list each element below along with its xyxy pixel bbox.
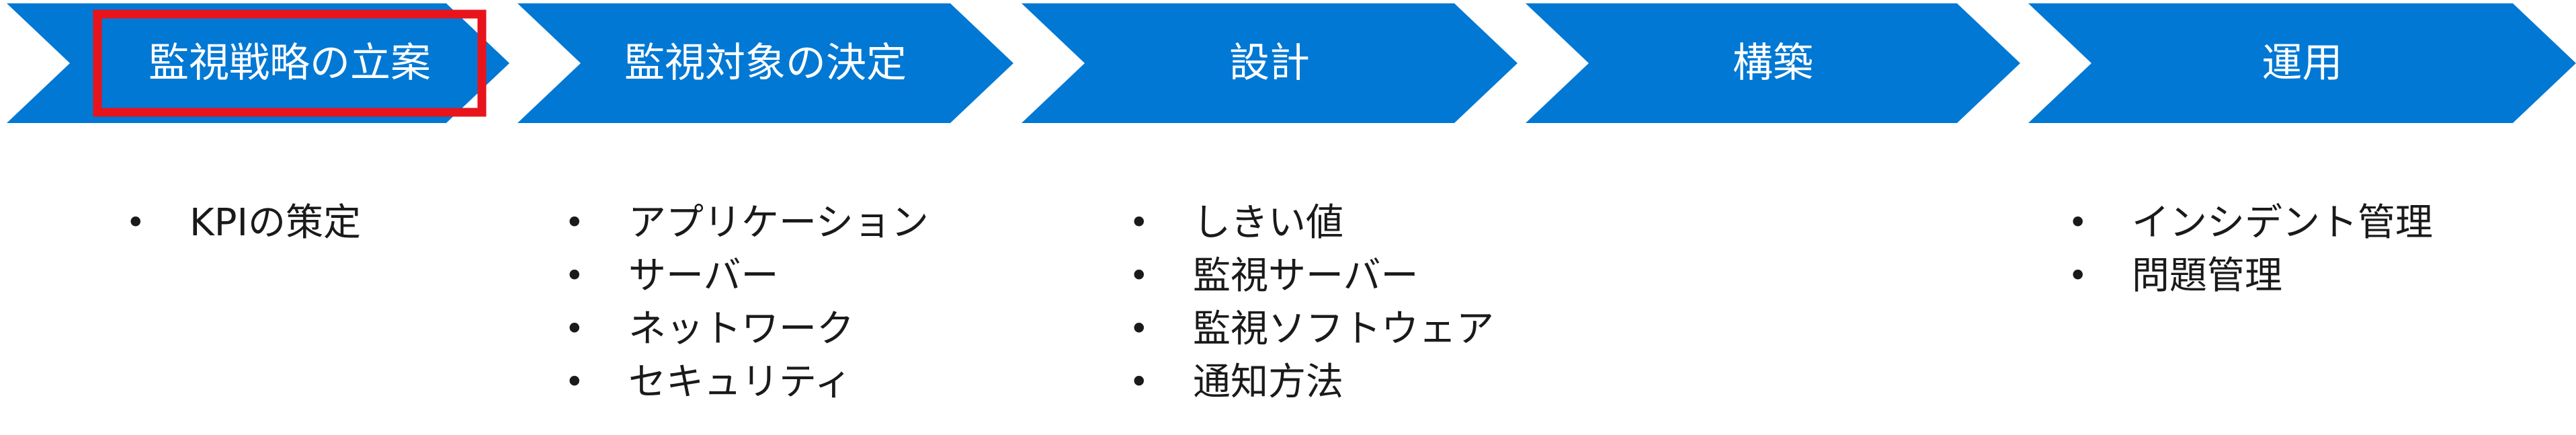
stage-item-label: 監視サーバー [1193, 254, 1419, 298]
stage-3-item: • 監視サーバー [1129, 249, 1494, 303]
stage-item-label: 通知方法 [1193, 360, 1343, 404]
bullet-icon: • [1129, 309, 1149, 348]
stage-item-label: 問題管理 [2132, 254, 2282, 298]
bullet-icon: • [565, 256, 585, 295]
stage-2-item: • サーバー [565, 249, 929, 303]
bullet-icon: • [2068, 256, 2088, 295]
bullet-icon: • [1129, 256, 1149, 295]
stage-item-label: ネットワーク [628, 307, 854, 351]
stage-3-item: • 監視ソフトウェア [1129, 303, 1494, 356]
stage-2-item: • ネットワーク [565, 303, 929, 356]
bullet-icon: • [565, 309, 585, 348]
stage-item-label: 監視ソフトウェア [1193, 307, 1494, 351]
bullet-icon: • [1129, 203, 1149, 242]
stage-2-item: • アプリケーション [565, 196, 929, 249]
stage-5-details: • インシデント管理 • 問題管理 [2068, 196, 2433, 303]
stage-item-label: セキュリティ [628, 360, 852, 404]
stage-2-details: • アプリケーション • サーバー • ネットワーク • セキュリティ [565, 196, 929, 409]
stage-5-item: • 問題管理 [2068, 249, 2433, 303]
bullet-icon: • [126, 203, 146, 242]
process-flow-diagram: 監視戦略の立案 監視対象の決定 設計 構築 運用 • KPIの策定 • アプリケーション • サ… [0, 0, 2576, 432]
bullet-icon: • [565, 362, 585, 401]
stage-5-item: • インシデント管理 [2068, 196, 2433, 249]
stage-4-label: 構築 [1733, 40, 1813, 87]
stage-item-label: しきい値 [1193, 201, 1343, 245]
stage-1-label: 監視戦略の立案 [149, 40, 431, 87]
bullet-icon: • [2068, 203, 2088, 242]
stage-1-item: • KPIの策定 [126, 196, 362, 249]
stage-2-label: 監視対象の決定 [624, 40, 907, 87]
stage-2-item: • セキュリティ [565, 356, 929, 409]
stage-1-details: • KPIの策定 [126, 196, 362, 249]
stage-5-label: 運用 [2262, 40, 2343, 87]
stage-item-label: サーバー [628, 254, 779, 298]
bullet-icon: • [565, 203, 585, 242]
stage-3-label: 設計 [1229, 40, 1310, 87]
stage-item-label: アプリケーション [628, 201, 929, 245]
bullet-icon: • [1129, 362, 1149, 401]
stage-3-details: • しきい値 • 監視サーバー • 監視ソフトウェア • 通知方法 [1129, 196, 1494, 409]
stage-item-label: インシデント管理 [2132, 201, 2433, 245]
stage-item-label: KPIの策定 [190, 201, 362, 245]
stage-3-item: • しきい値 [1129, 196, 1494, 249]
stage-3-item: • 通知方法 [1129, 356, 1494, 409]
